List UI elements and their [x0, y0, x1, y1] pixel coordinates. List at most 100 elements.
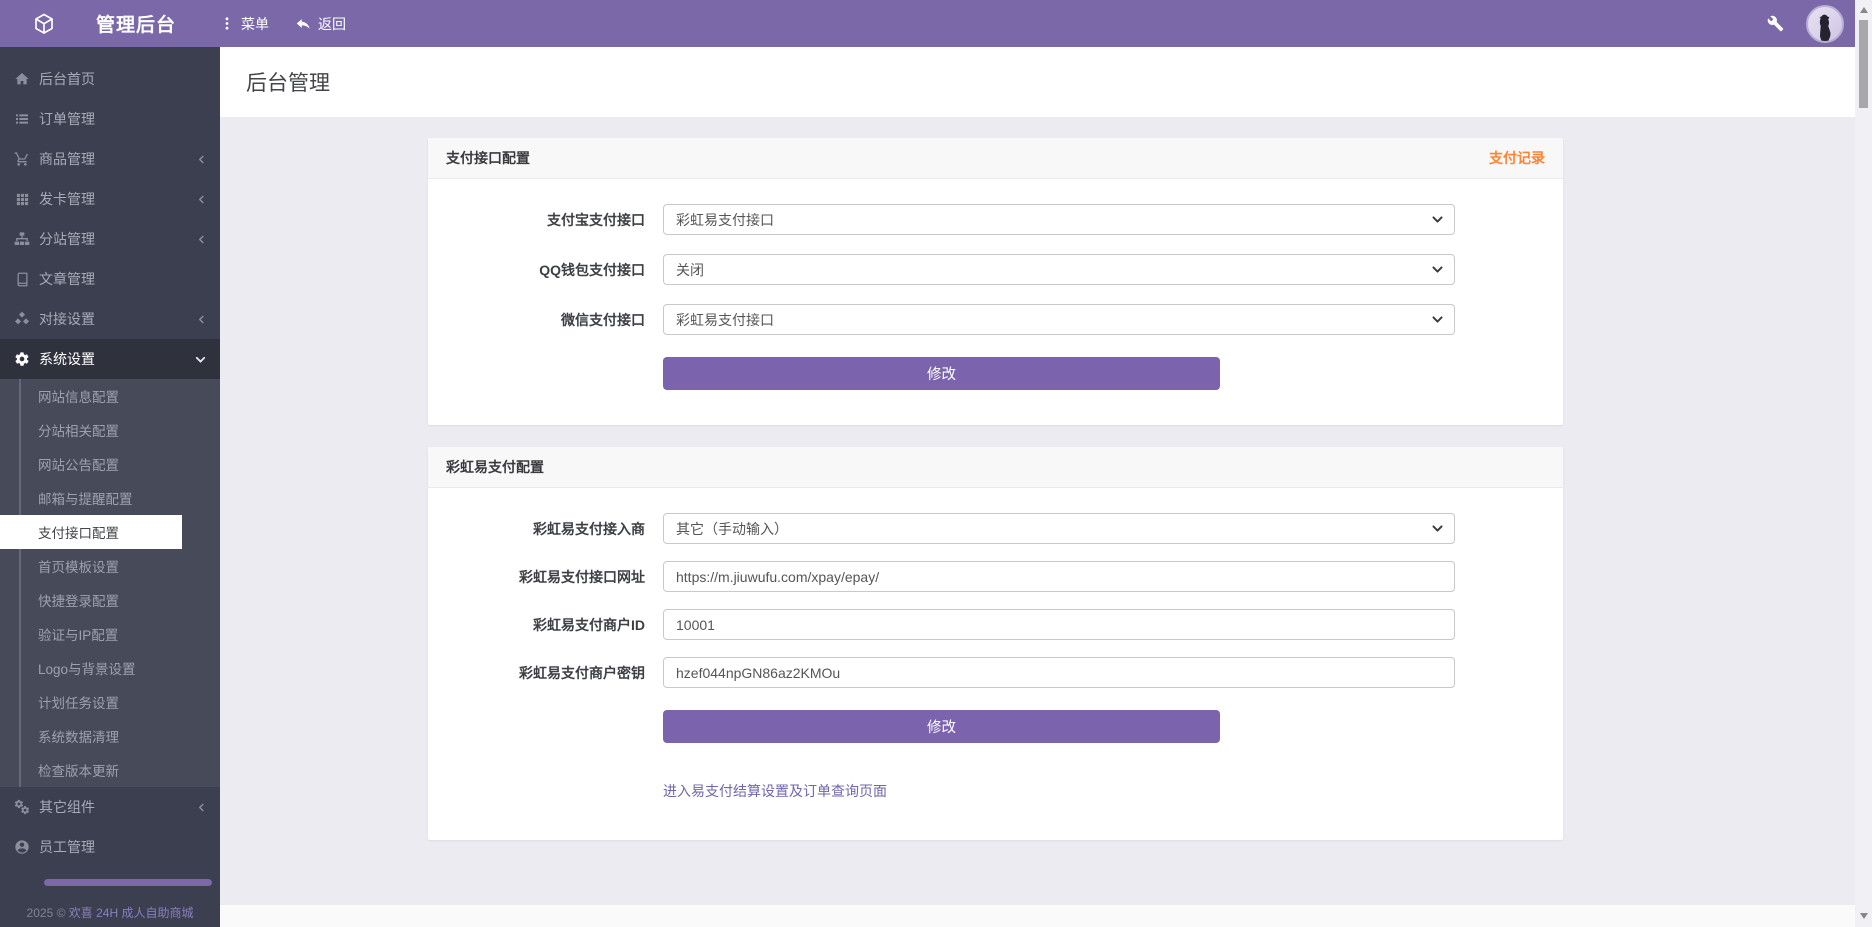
form-row: 彩虹易支付商户ID — [453, 609, 1563, 640]
rainbow-provider-select[interactable]: 其它（手动输入） — [663, 513, 1455, 544]
panel-title: 彩虹易支付配置 — [446, 457, 544, 477]
chevron-down-icon — [1431, 263, 1444, 276]
brand: 管理后台 — [0, 10, 220, 37]
modify-button[interactable]: 修改 — [663, 710, 1220, 743]
form-row: 彩虹易支付商户密钥 — [453, 657, 1563, 688]
system-settings-submenu: 网站信息配置 分站相关配置 网站公告配置 邮箱与提醒配置 支付接口配置 首页模板… — [0, 379, 220, 787]
panel-rainbow-pay-header: 彩虹易支付配置 — [428, 447, 1563, 488]
chevron-down-icon — [195, 354, 206, 365]
chevron-left-icon — [197, 314, 206, 325]
merchant-id-label: 彩虹易支付商户ID — [453, 615, 663, 635]
link-row: 进入易支付结算设置及订单查询页面 — [663, 781, 1563, 805]
form-row: 彩虹易支付接入商 其它（手动输入） — [453, 513, 1563, 544]
wechat-interface-select[interactable]: 彩虹易支付接口 — [663, 304, 1455, 335]
merchant-key-input[interactable] — [663, 657, 1455, 688]
submenu-item-payment-interface[interactable]: 支付接口配置 — [0, 515, 182, 549]
sidebar: 后台首页 订单管理 商品管理 发卡管理 分站管理 — [0, 47, 220, 927]
reply-arrow-icon — [295, 16, 311, 31]
button-row: 修改 — [663, 710, 1563, 743]
wechat-interface-label: 微信支付接口 — [453, 310, 663, 330]
sidebar-item-system-settings[interactable]: 系统设置 — [0, 339, 220, 379]
submenu-item-cron-tasks[interactable]: 计划任务设置 — [0, 685, 220, 719]
avatar-figure — [1812, 13, 1838, 41]
user-avatar[interactable] — [1806, 5, 1844, 43]
submenu-item-site-notice[interactable]: 网站公告配置 — [0, 447, 220, 481]
grid-icon — [14, 191, 30, 207]
home-icon — [14, 71, 30, 87]
panel-rainbow-pay-body: 彩虹易支付接入商 其它（手动输入） 彩虹易支付接口网址 彩虹易支付商户ID — [428, 488, 1563, 840]
panel-payment-interface-body: 支付宝支付接口 彩虹易支付接口 QQ钱包支付接口 关闭 — [428, 179, 1563, 425]
back-button[interactable]: 返回 — [295, 14, 346, 34]
chevron-down-icon — [1431, 522, 1444, 535]
page-titlebar: 后台管理 — [220, 47, 1855, 117]
epay-settlement-link[interactable]: 进入易支付结算设置及订单查询页面 — [663, 783, 887, 799]
payment-records-link[interactable]: 支付记录 — [1489, 148, 1545, 168]
sidebar-item-products[interactable]: 商品管理 — [0, 139, 220, 179]
menu-button[interactable]: 菜单 — [220, 14, 269, 34]
user-icon — [14, 839, 30, 855]
sidebar-item-articles[interactable]: 文章管理 — [0, 259, 220, 299]
submenu-item-data-cleanup[interactable]: 系统数据清理 — [0, 719, 220, 753]
gears-icon — [14, 799, 30, 815]
sidebar-item-other-components[interactable]: 其它组件 — [0, 787, 220, 827]
panel-title: 支付接口配置 — [446, 148, 530, 168]
submenu-item-logo-background[interactable]: Logo与背景设置 — [0, 651, 220, 685]
vertical-scrollbar[interactable] — [1855, 0, 1872, 927]
chevron-left-icon — [197, 154, 206, 165]
sidebar-item-orders[interactable]: 订单管理 — [0, 99, 220, 139]
submenu-item-homepage-template[interactable]: 首页模板设置 — [0, 549, 220, 583]
scroll-up-arrow[interactable] — [1855, 2, 1872, 18]
submenu-item-verify-ip[interactable]: 验证与IP配置 — [0, 617, 220, 651]
content-area: 支付接口配置 支付记录 支付宝支付接口 彩虹易支付接口 QQ钱包支付接口 — [220, 117, 1855, 905]
horizontal-scrollbar-track[interactable] — [220, 905, 1855, 927]
merchant-key-label: 彩虹易支付商户密钥 — [453, 663, 663, 683]
panel-payment-interface-header: 支付接口配置 支付记录 — [428, 138, 1563, 179]
cube-logo-icon — [32, 12, 56, 36]
sidebar-item-staff[interactable]: 员工管理 — [0, 827, 220, 867]
sidebar-item-substations[interactable]: 分站管理 — [0, 219, 220, 259]
gear-icon — [14, 351, 30, 367]
submenu-item-site-info[interactable]: 网站信息配置 — [0, 379, 220, 413]
panel-payment-interface: 支付接口配置 支付记录 支付宝支付接口 彩虹易支付接口 QQ钱包支付接口 — [428, 138, 1563, 425]
sidebar-nav: 后台首页 订单管理 商品管理 发卡管理 分站管理 — [0, 47, 220, 867]
qq-wallet-interface-select[interactable]: 关闭 — [663, 254, 1455, 285]
merchant-id-input[interactable] — [663, 609, 1455, 640]
wrench-icon[interactable] — [1767, 15, 1784, 32]
submenu-item-version-check[interactable]: 检查版本更新 — [0, 753, 220, 787]
submenu-item-substation-config[interactable]: 分站相关配置 — [0, 413, 220, 447]
sidebar-footer: 2025 © 欢喜 24H 成人自助商城 — [0, 904, 220, 921]
sidebar-item-integration[interactable]: 对接设置 — [0, 299, 220, 339]
button-row: 修改 — [663, 357, 1563, 390]
sidebar-item-home[interactable]: 后台首页 — [0, 59, 220, 99]
chevron-left-icon — [197, 234, 206, 245]
form-row: 微信支付接口 彩虹易支付接口 — [453, 304, 1563, 335]
page-title: 后台管理 — [246, 67, 330, 97]
sitemap-icon — [14, 231, 30, 247]
submenu-item-quick-login[interactable]: 快捷登录配置 — [0, 583, 220, 617]
form-row: 彩虹易支付接口网址 — [453, 561, 1563, 592]
modify-button[interactable]: 修改 — [663, 357, 1220, 390]
footer-shop-link[interactable]: 欢喜 24H 成人自助商城 — [69, 906, 194, 920]
cart-icon — [14, 151, 30, 167]
footer-copyright: 2025 © — [27, 906, 69, 920]
cubes-icon — [14, 311, 30, 327]
book-icon — [14, 271, 30, 287]
list-icon — [14, 111, 30, 127]
sidebar-item-cards[interactable]: 发卡管理 — [0, 179, 220, 219]
submenu-item-email-reminder[interactable]: 邮箱与提醒配置 — [0, 481, 220, 515]
panel-rainbow-pay-config: 彩虹易支付配置 彩虹易支付接入商 其它（手动输入） 彩虹易支付接口网址 — [428, 447, 1563, 840]
gateway-url-label: 彩虹易支付接口网址 — [453, 567, 663, 587]
chevron-down-icon — [1431, 313, 1444, 326]
scrollbar-thumb[interactable] — [1859, 20, 1868, 108]
chevron-left-icon — [197, 194, 206, 205]
ellipsis-vertical-icon — [220, 16, 234, 31]
scroll-down-arrow[interactable] — [1855, 908, 1872, 924]
app-title: 管理后台 — [96, 10, 176, 37]
form-row: 支付宝支付接口 彩虹易支付接口 — [453, 204, 1563, 235]
qq-wallet-interface-label: QQ钱包支付接口 — [453, 260, 663, 280]
alipay-interface-label: 支付宝支付接口 — [453, 210, 663, 230]
gateway-url-input[interactable] — [663, 561, 1455, 592]
chevron-down-icon — [1431, 213, 1444, 226]
alipay-interface-select[interactable]: 彩虹易支付接口 — [663, 204, 1455, 235]
form-row: QQ钱包支付接口 关闭 — [453, 254, 1563, 285]
